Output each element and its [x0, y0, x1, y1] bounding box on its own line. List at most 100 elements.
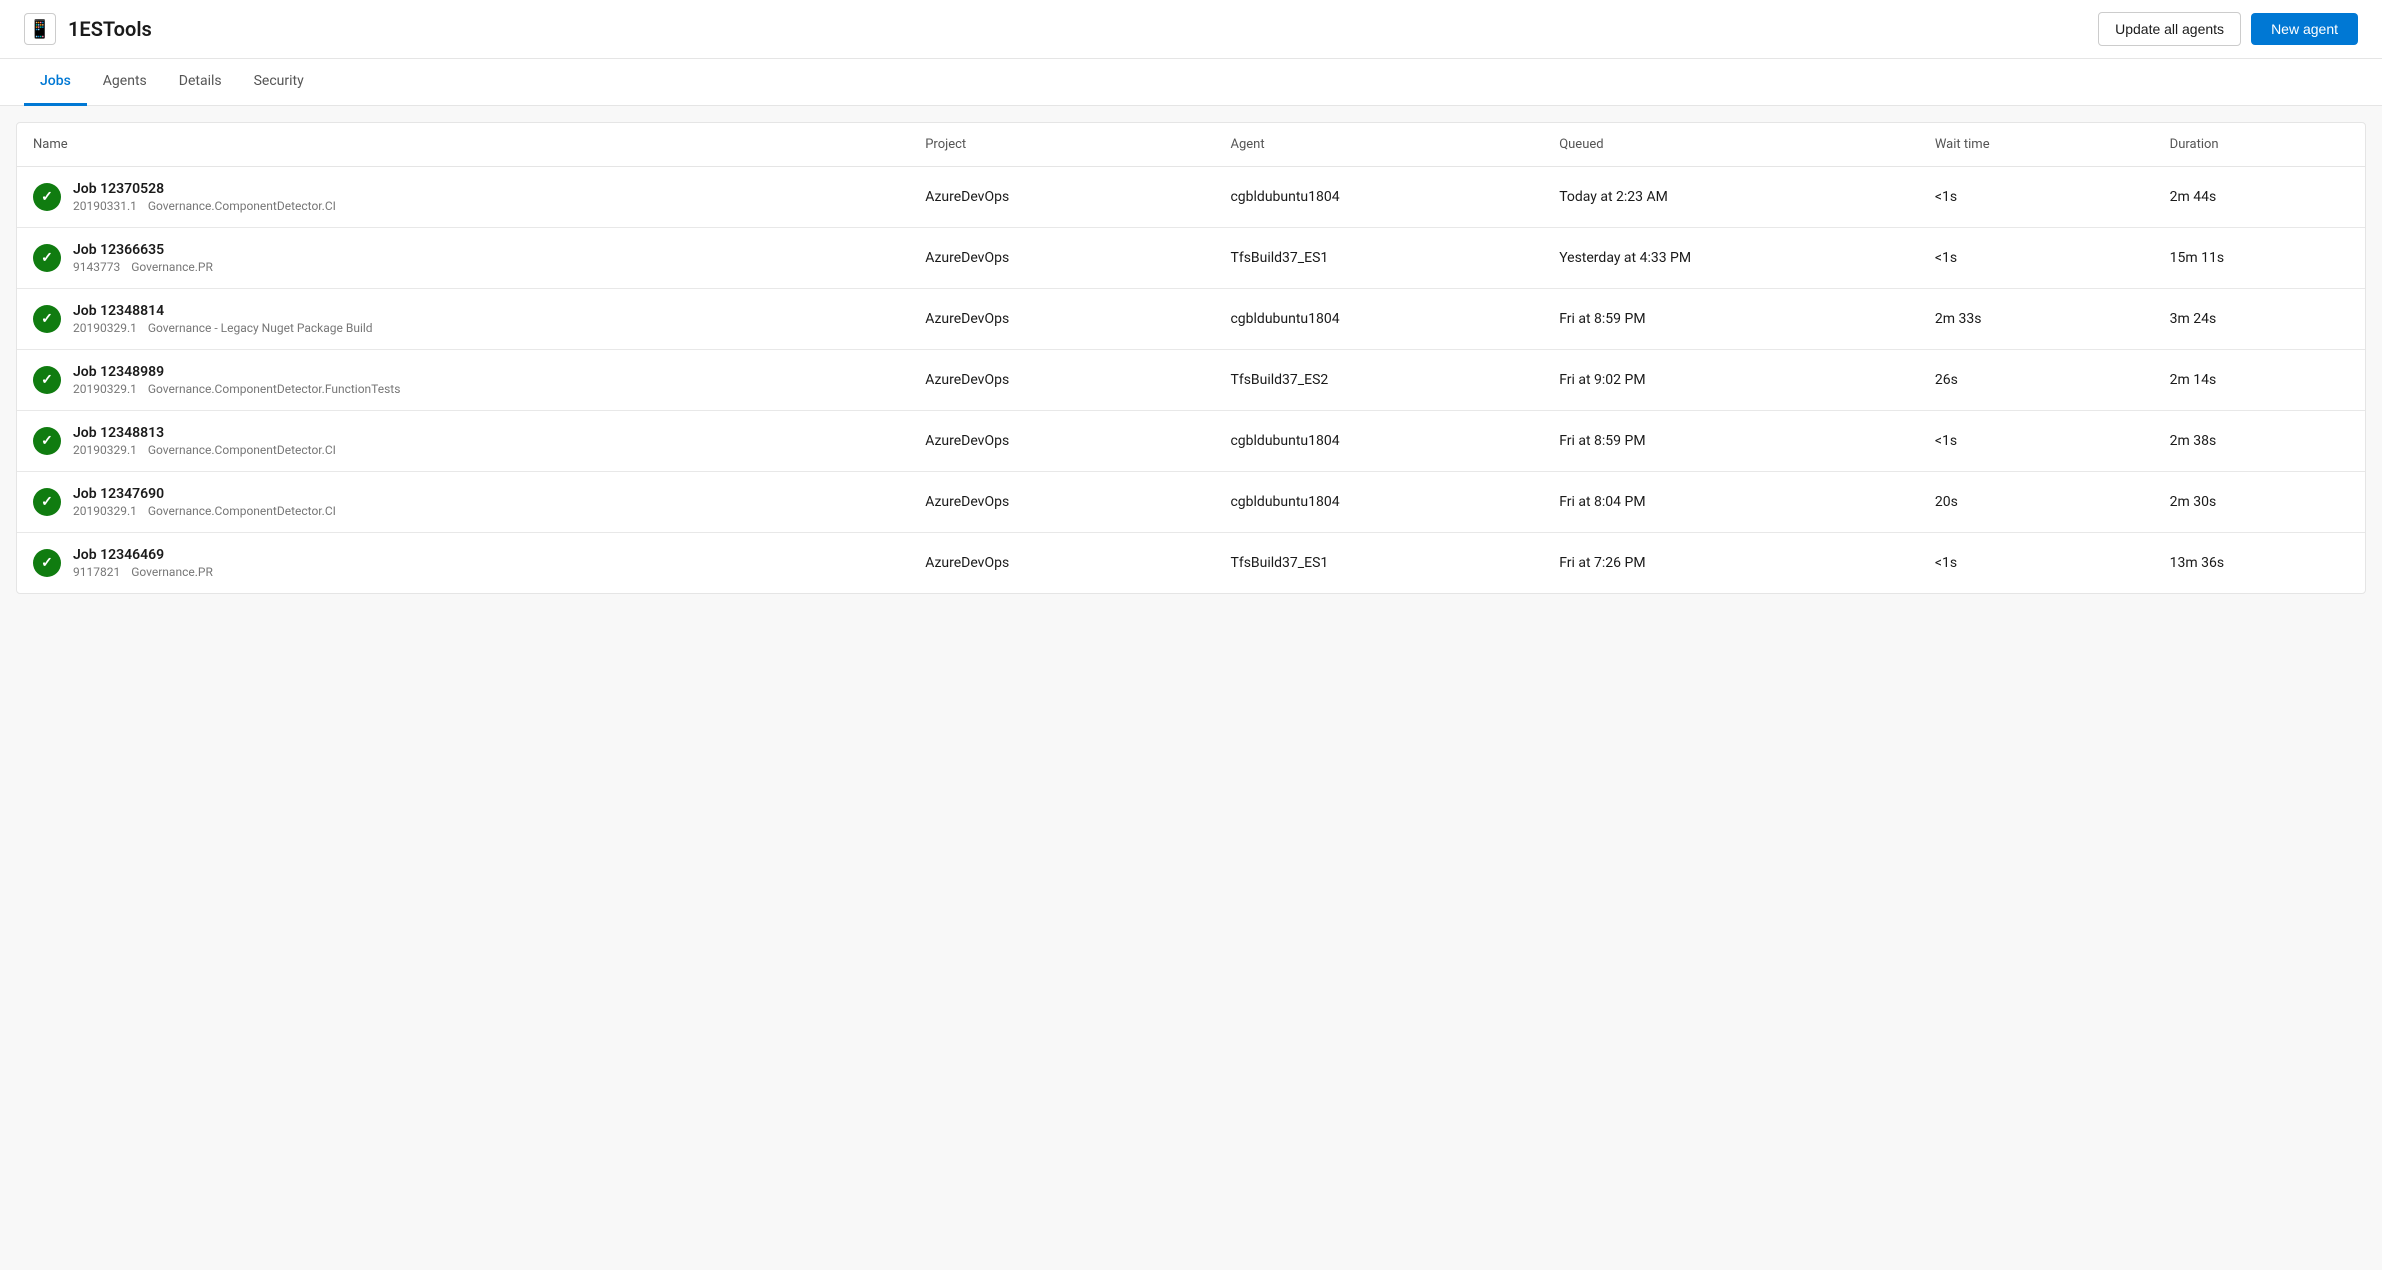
job-pipeline: Governance.PR [131, 565, 213, 579]
new-agent-button[interactable]: New agent [2251, 13, 2358, 45]
job-meta: 20190329.1 Governance.ComponentDetector.… [73, 443, 344, 457]
table-row[interactable]: Job 12366635 9143773 Governance.PR Azure… [17, 228, 2365, 289]
job-queued: Fri at 7:26 PM [1543, 533, 1919, 594]
job-info: Job 12366635 9143773 Governance.PR [73, 242, 221, 274]
main-content: Name Project Agent Queued Wait time Dura… [16, 122, 2366, 594]
tab-jobs[interactable]: Jobs [24, 59, 87, 106]
job-build-num: 9117821 [73, 565, 120, 579]
job-name: Job 12366635 [73, 242, 221, 258]
job-meta: 20190329.1 Governance - Legacy Nuget Pac… [73, 321, 381, 335]
job-name-cell: Job 12348989 20190329.1 Governance.Compo… [17, 350, 909, 411]
job-wait-time: <1s [1919, 533, 2154, 594]
job-agent: TfsBuild37_ES1 [1214, 533, 1543, 594]
job-wait-time: 20s [1919, 472, 2154, 533]
table-row[interactable]: Job 12347690 20190329.1 Governance.Compo… [17, 472, 2365, 533]
job-meta: 9117821 Governance.PR [73, 565, 221, 579]
job-agent: TfsBuild37_ES2 [1214, 350, 1543, 411]
job-build-num: 20190331.1 [73, 199, 137, 213]
job-duration: 2m 30s [2154, 472, 2365, 533]
status-icon [33, 427, 61, 455]
job-name: Job 12348814 [73, 303, 381, 319]
col-header-project: Project [909, 123, 1214, 167]
job-pipeline: Governance.ComponentDetector.CI [148, 443, 336, 457]
job-duration: 2m 44s [2154, 167, 2365, 228]
job-meta: 20190329.1 Governance.ComponentDetector.… [73, 382, 408, 396]
job-duration: 15m 11s [2154, 228, 2365, 289]
job-name-cell: Job 12366635 9143773 Governance.PR [17, 228, 909, 289]
job-project: AzureDevOps [909, 289, 1214, 350]
update-all-agents-button[interactable]: Update all agents [2098, 12, 2241, 46]
job-wait-time: <1s [1919, 167, 2154, 228]
col-header-wait-time: Wait time [1919, 123, 2154, 167]
job-project: AzureDevOps [909, 472, 1214, 533]
job-info: Job 12348813 20190329.1 Governance.Compo… [73, 425, 344, 457]
job-info: Job 12348814 20190329.1 Governance - Leg… [73, 303, 381, 335]
job-info: Job 12370528 20190331.1 Governance.Compo… [73, 181, 344, 213]
job-build-num: 20190329.1 [73, 382, 137, 396]
job-wait-time: <1s [1919, 411, 2154, 472]
status-icon [33, 305, 61, 333]
table-row[interactable]: Job 12370528 20190331.1 Governance.Compo… [17, 167, 2365, 228]
jobs-table: Name Project Agent Queued Wait time Dura… [17, 123, 2365, 593]
job-name: Job 12348989 [73, 364, 408, 380]
job-agent: cgbldubuntu1804 [1214, 289, 1543, 350]
job-agent: TfsBuild37_ES1 [1214, 228, 1543, 289]
job-agent: cgbldubuntu1804 [1214, 167, 1543, 228]
job-agent: cgbldubuntu1804 [1214, 411, 1543, 472]
job-name-cell: Job 12348813 20190329.1 Governance.Compo… [17, 411, 909, 472]
header-actions: Update all agents New agent [2098, 12, 2358, 46]
job-project: AzureDevOps [909, 350, 1214, 411]
status-icon [33, 183, 61, 211]
job-wait-time: 26s [1919, 350, 2154, 411]
job-name-cell: Job 12346469 9117821 Governance.PR [17, 533, 909, 594]
table-row[interactable]: Job 12348813 20190329.1 Governance.Compo… [17, 411, 2365, 472]
job-meta: 9143773 Governance.PR [73, 260, 221, 274]
job-duration: 2m 38s [2154, 411, 2365, 472]
job-meta: 20190329.1 Governance.ComponentDetector.… [73, 504, 344, 518]
job-agent: cgbldubuntu1804 [1214, 472, 1543, 533]
job-queued: Today at 2:23 AM [1543, 167, 1919, 228]
col-header-agent: Agent [1214, 123, 1543, 167]
app-icon: 📱 [24, 13, 56, 45]
job-pipeline: Governance.ComponentDetector.CI [148, 199, 336, 213]
tab-security[interactable]: Security [238, 59, 320, 106]
status-icon [33, 244, 61, 272]
job-duration: 3m 24s [2154, 289, 2365, 350]
col-header-queued: Queued [1543, 123, 1919, 167]
job-pipeline: Governance.ComponentDetector.CI [148, 504, 336, 518]
job-build-num: 20190329.1 [73, 443, 137, 457]
job-build-num: 9143773 [73, 260, 120, 274]
job-project: AzureDevOps [909, 167, 1214, 228]
status-icon [33, 488, 61, 516]
job-wait-time: 2m 33s [1919, 289, 2154, 350]
job-duration: 13m 36s [2154, 533, 2365, 594]
job-project: AzureDevOps [909, 533, 1214, 594]
job-meta: 20190331.1 Governance.ComponentDetector.… [73, 199, 344, 213]
job-info: Job 12348989 20190329.1 Governance.Compo… [73, 364, 408, 396]
job-pipeline: Governance - Legacy Nuget Package Build [148, 321, 373, 335]
status-icon [33, 366, 61, 394]
job-pipeline: Governance.ComponentDetector.FunctionTes… [148, 382, 401, 396]
job-name-cell: Job 12348814 20190329.1 Governance - Leg… [17, 289, 909, 350]
tab-agents[interactable]: Agents [87, 59, 163, 106]
col-header-name: Name [17, 123, 909, 167]
job-duration: 2m 14s [2154, 350, 2365, 411]
job-name: Job 12370528 [73, 181, 344, 197]
job-name: Job 12346469 [73, 547, 221, 563]
job-queued: Fri at 8:04 PM [1543, 472, 1919, 533]
job-queued: Fri at 8:59 PM [1543, 411, 1919, 472]
nav-tabs: Jobs Agents Details Security [0, 59, 2382, 106]
job-project: AzureDevOps [909, 411, 1214, 472]
tab-details[interactable]: Details [163, 59, 238, 106]
job-build-num: 20190329.1 [73, 504, 137, 518]
table-row[interactable]: Job 12348989 20190329.1 Governance.Compo… [17, 350, 2365, 411]
status-icon [33, 549, 61, 577]
job-queued: Fri at 9:02 PM [1543, 350, 1919, 411]
job-queued: Yesterday at 4:33 PM [1543, 228, 1919, 289]
table-row[interactable]: Job 12348814 20190329.1 Governance - Leg… [17, 289, 2365, 350]
job-pipeline: Governance.PR [131, 260, 213, 274]
table-row[interactable]: Job 12346469 9117821 Governance.PR Azure… [17, 533, 2365, 594]
table-header-row: Name Project Agent Queued Wait time Dura… [17, 123, 2365, 167]
app-header: 📱 1ESTools Update all agents New agent [0, 0, 2382, 59]
job-project: AzureDevOps [909, 228, 1214, 289]
